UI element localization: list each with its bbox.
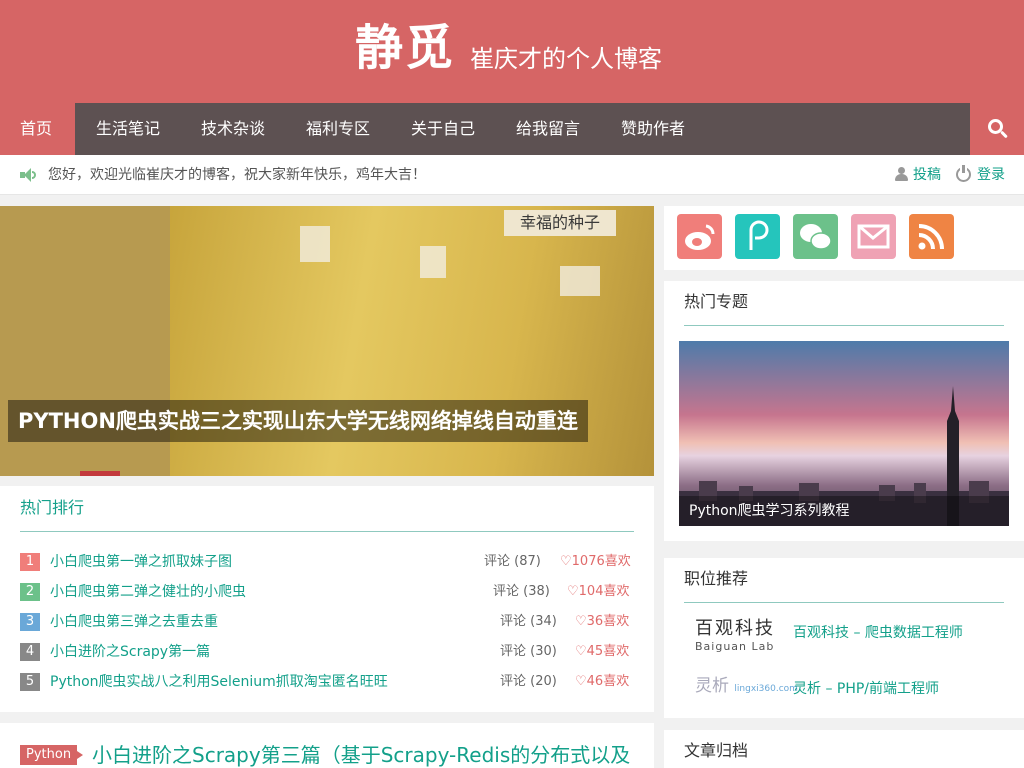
comment-count[interactable]: 评论 (34) — [500, 612, 557, 632]
ranking-item: 4 小白进阶之Scrapy第一篇 评论 (30) ♡45喜欢 — [20, 642, 634, 662]
ranking-item: 5 Python爬虫实战八之利用Selenium抓取淘宝匿名旺旺 评论 (20)… — [20, 672, 634, 692]
archive-title: 文章归档 — [684, 741, 749, 760]
topic-caption[interactable]: Python爬虫学习系列教程 — [679, 496, 1009, 526]
mail-icon[interactable] — [851, 214, 896, 259]
like-count[interactable]: ♡1076喜欢 — [560, 552, 631, 572]
comment-count[interactable]: 评论 (38) — [493, 582, 550, 602]
comment-count[interactable]: 评论 (20) — [500, 672, 557, 692]
nav-item-welfare[interactable]: 福利专区 — [306, 103, 370, 155]
site-header: 静觅 崔庆才的个人博客 — [0, 0, 1024, 103]
featured-slider[interactable]: 5 幸福的种子 PYTHON爬虫实战三之实现山东大学无线网络掉线自动重连 — [0, 206, 654, 476]
logo-text: 百观科技 — [695, 618, 775, 639]
hot-ranking-title: 热门排行 — [20, 498, 85, 517]
ranking-link[interactable]: 小白爬虫第二弹之健壮的小爬虫 — [50, 582, 246, 602]
rank-number: 2 — [20, 583, 40, 601]
like-count[interactable]: ♡45喜欢 — [575, 642, 629, 662]
rank-number: 4 — [20, 643, 40, 661]
weibo-icon[interactable] — [677, 214, 722, 259]
lingxi-logo[interactable]: 灵析 lingxi360.com — [695, 676, 798, 699]
nav-item-life-notes[interactable]: 生活笔记 — [96, 103, 160, 155]
baiguan-logo[interactable]: 百观科技 Baiguan Lab — [695, 618, 775, 654]
rank-number: 5 — [20, 673, 40, 691]
search-button[interactable] — [970, 103, 1024, 155]
job-link[interactable]: 灵析 – PHP/前端工程师 — [793, 679, 939, 699]
divider — [684, 325, 1004, 326]
hero-title[interactable]: PYTHON爬虫实战三之实现山东大学无线网络掉线自动重连 — [8, 400, 588, 442]
like-count[interactable]: ♡104喜欢 — [567, 582, 629, 602]
nav-bar: 生活笔记 技术杂谈 福利专区 关于自己 给我留言 赞助作者 — [75, 103, 970, 155]
login-link[interactable]: 登录 — [977, 155, 1005, 195]
post-title[interactable]: 小白进阶之Scrapy第三篇（基于Scrapy-Redis的分布式以及 — [92, 741, 630, 768]
post-category-tag[interactable]: Python — [20, 745, 84, 765]
logo-text: 灵析 — [695, 676, 729, 696]
nav-item-sponsor[interactable]: 赞助作者 — [621, 103, 685, 155]
nav-item-message[interactable]: 给我留言 — [516, 103, 580, 155]
topic-banner[interactable]: Python爬虫学习系列教程 — [679, 341, 1009, 526]
site-slogan: 崔庆才的个人博客 — [470, 45, 662, 73]
user-icon — [895, 167, 908, 181]
hero-sign: 幸福的种子 — [504, 210, 616, 236]
comment-count[interactable]: 评论 (87) — [484, 552, 541, 572]
submit-link[interactable]: 投稿 — [913, 155, 941, 195]
site-logo[interactable]: 静觅 — [355, 18, 455, 78]
like-count[interactable]: ♡36喜欢 — [575, 612, 629, 632]
ranking-item: 3 小白爬虫第三弹之去重去重 评论 (34) ♡36喜欢 — [20, 612, 634, 632]
nav-item-about[interactable]: 关于自己 — [411, 103, 475, 155]
ranking-link[interactable]: 小白爬虫第三弹之去重去重 — [50, 612, 218, 632]
jobs-title: 职位推荐 — [684, 569, 749, 588]
speaker-icon — [20, 168, 36, 182]
notice-bar: 您好，欢迎光临崔庆才的博客，祝大家新年快乐，鸡年大吉！ 投稿 登录 — [0, 155, 1024, 195]
hot-topics-title: 热门专题 — [684, 292, 749, 311]
power-icon — [956, 165, 971, 182]
ranking-item: 2 小白爬虫第二弹之健壮的小爬虫 评论 (38) ♡104喜欢 — [20, 582, 634, 602]
ranking-link[interactable]: 小白进阶之Scrapy第一篇 — [50, 642, 210, 662]
job-link[interactable]: 百观科技 – 爬虫数据工程师 — [793, 623, 963, 643]
divider — [684, 602, 1004, 603]
rank-number: 1 — [20, 553, 40, 571]
main-nav: 首页 生活笔记 技术杂谈 福利专区 关于自己 给我留言 赞助作者 — [0, 103, 1024, 155]
notice-text: 您好，欢迎光临崔庆才的博客，祝大家新年快乐，鸡年大吉！ — [48, 167, 426, 183]
ranking-link[interactable]: Python爬虫实战八之利用Selenium抓取淘宝匿名旺旺 — [50, 672, 388, 692]
nav-item-tech[interactable]: 技术杂谈 — [201, 103, 265, 155]
logo-subtext: Baiguan Lab — [695, 640, 775, 653]
comment-count[interactable]: 评论 (30) — [500, 642, 557, 662]
p-icon[interactable] — [735, 214, 780, 259]
nav-item-home[interactable]: 首页 — [20, 103, 52, 155]
rank-number: 3 — [20, 613, 40, 631]
divider — [20, 531, 634, 532]
ranking-link[interactable]: 小白爬虫第一弹之抓取妹子图 — [50, 552, 232, 572]
logo-subtext: lingxi360.com — [734, 684, 798, 694]
wechat-icon[interactable] — [793, 214, 838, 259]
rss-icon[interactable] — [909, 214, 954, 259]
ranking-item: 1 小白爬虫第一弹之抓取妹子图 评论 (87) ♡1076喜欢 — [20, 552, 634, 572]
like-count[interactable]: ♡46喜欢 — [575, 672, 629, 692]
